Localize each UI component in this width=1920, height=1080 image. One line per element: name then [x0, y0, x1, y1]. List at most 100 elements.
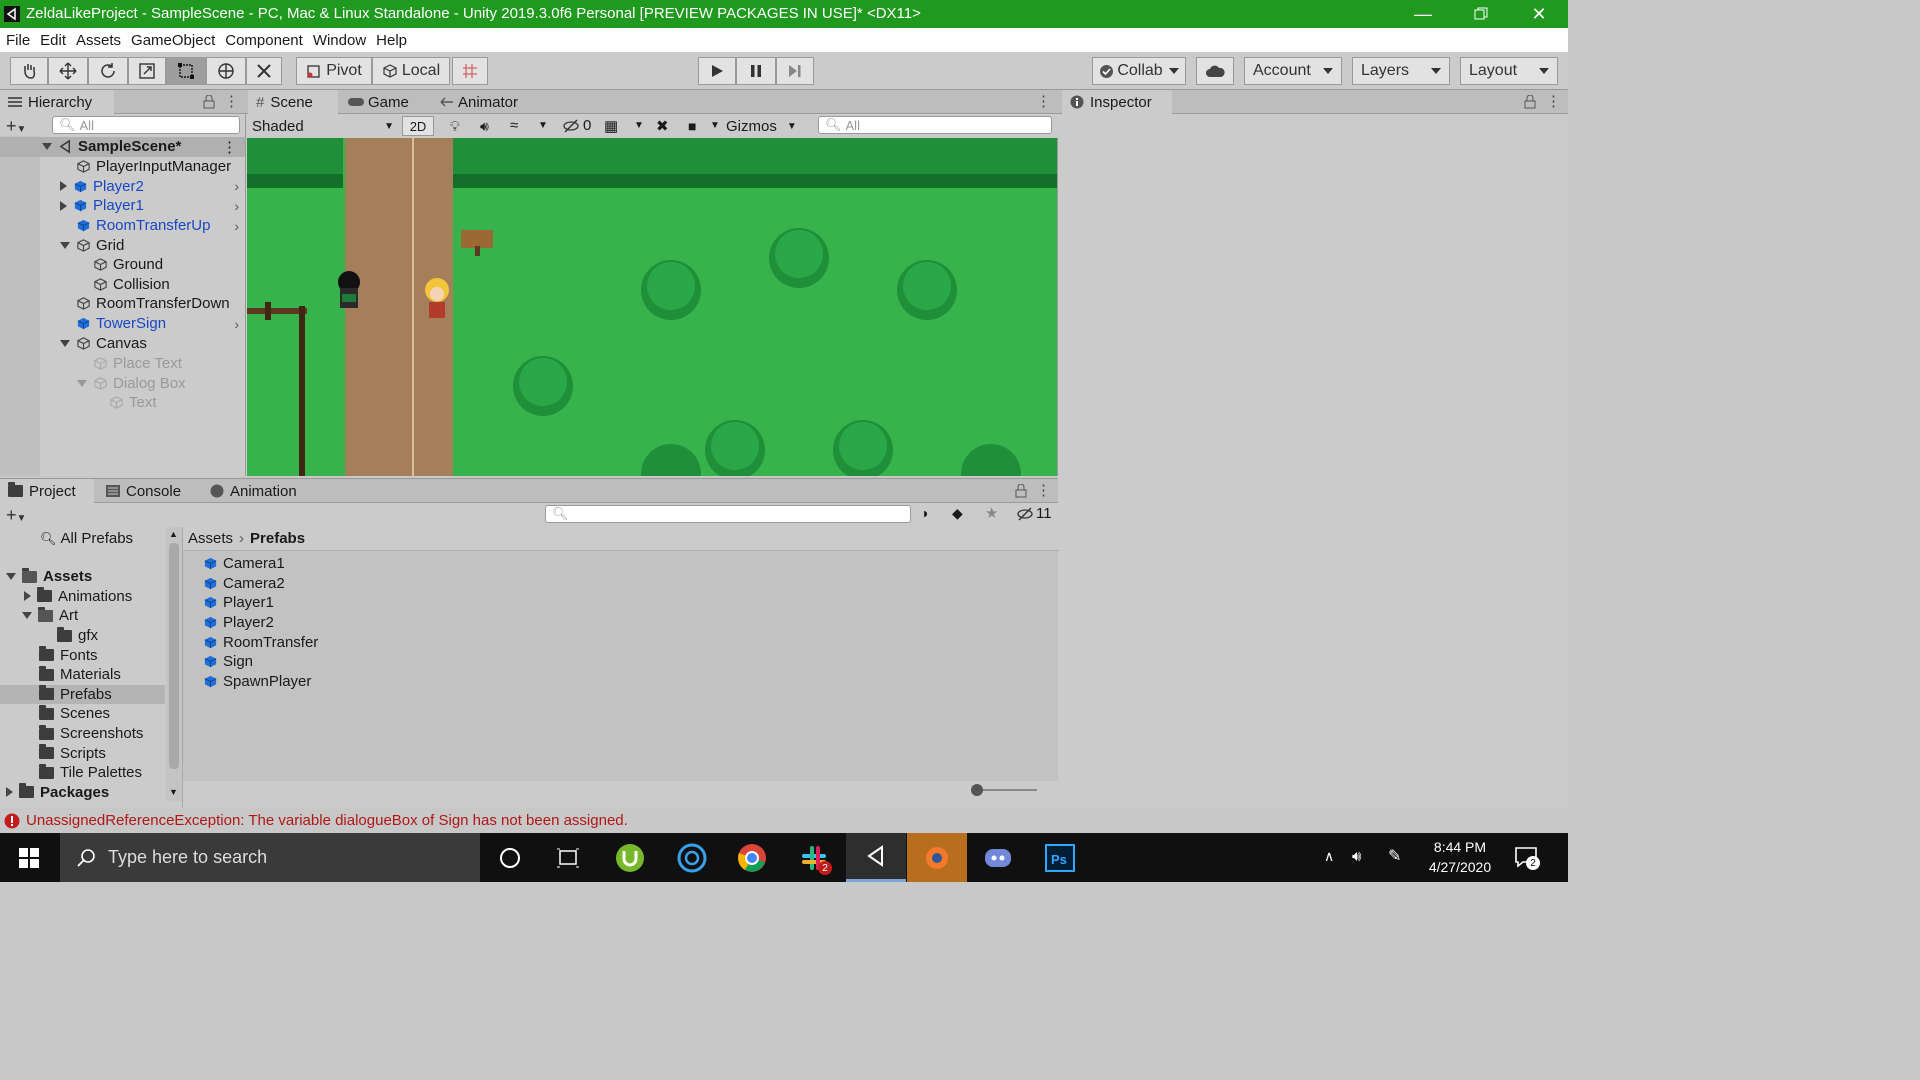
close-button[interactable]: ✕ [1510, 0, 1568, 28]
pause-button[interactable] [736, 57, 776, 85]
folder-materials[interactable]: Materials [0, 665, 165, 685]
expand-arrow-icon[interactable] [24, 591, 31, 602]
hierarchy-item[interactable]: Player2 › [0, 177, 245, 197]
expand-arrow-icon[interactable] [42, 143, 52, 151]
scrollbar-thumb[interactable] [169, 543, 179, 769]
layers-dropdown[interactable]: Layers [1352, 57, 1450, 85]
camera-dropdown-icon[interactable]: ▼ [710, 120, 720, 131]
breadcrumb-assets[interactable]: Assets [188, 530, 233, 547]
favorite-star-icon[interactable]: ★ [985, 504, 998, 522]
hierarchy-item[interactable]: Ground [0, 255, 245, 275]
grid-snap-button[interactable] [452, 57, 488, 85]
rect-tool-button[interactable] [166, 57, 206, 85]
hierarchy-item[interactable]: Canvas [0, 333, 245, 353]
camera-icon[interactable]: ■ [688, 118, 696, 134]
asset-item[interactable]: RoomTransfer [203, 632, 318, 652]
lightbulb-icon[interactable]: 💡︎ [450, 118, 460, 135]
asset-item[interactable]: Player2 [203, 613, 274, 633]
hand-tool-button[interactable] [10, 57, 48, 85]
folder-assets[interactable]: Assets [0, 567, 165, 587]
folder-tile-palettes[interactable]: Tile Palettes [0, 763, 165, 783]
expand-arrow-icon[interactable] [60, 241, 70, 249]
menu-gameobject[interactable]: GameObject [126, 32, 220, 49]
breadcrumb-prefabs[interactable]: Prefabs [250, 530, 305, 547]
create-asset-button[interactable]: +▼ [6, 505, 26, 526]
tab-animation[interactable]: Animation [202, 479, 318, 503]
kebab-menu-icon[interactable]: ⋮ [224, 92, 239, 110]
hierarchy-item[interactable]: PlayerInputManager [0, 157, 245, 177]
hierarchy-item[interactable]: Player1 › [0, 196, 245, 216]
scale-tool-button[interactable] [128, 57, 166, 85]
minimize-button[interactable]: — [1394, 0, 1452, 28]
play-button[interactable] [698, 57, 736, 85]
chevron-right-icon[interactable]: › [234, 218, 239, 234]
transform-tool-button[interactable] [206, 57, 246, 85]
hierarchy-item[interactable]: Place Text [0, 354, 245, 374]
gizmos-dropdown[interactable]: Gizmos ▼ [726, 116, 797, 136]
folder-screenshots[interactable]: Screenshots [0, 724, 165, 744]
asset-item[interactable]: Camera2 [203, 574, 285, 594]
kebab-menu-icon[interactable]: ⋮ [1036, 92, 1051, 110]
folder-animations[interactable]: Animations [0, 587, 165, 607]
add-object-button[interactable]: +▼ [6, 116, 26, 137]
tools-icon[interactable]: ✖ [656, 117, 669, 135]
hierarchy-item[interactable]: RoomTransferUp › [0, 216, 245, 236]
taskbar-search-box[interactable]: Type here to search [60, 833, 480, 882]
project-search-input[interactable]: 🔍︎ [545, 505, 911, 523]
expand-arrow-icon[interactable] [6, 787, 13, 798]
expand-arrow-icon[interactable] [77, 379, 87, 387]
hierarchy-search-input[interactable]: 🔍︎ All [52, 116, 240, 134]
effects-icon[interactable]: ≈ [510, 117, 518, 134]
task-view-button[interactable] [538, 833, 598, 882]
audio-icon[interactable]: 🔊︎ [480, 118, 489, 135]
scene-viewport[interactable] [247, 138, 1057, 476]
hierarchy-item[interactable]: Text [0, 393, 245, 413]
hierarchy-item[interactable]: TowerSign › [0, 314, 245, 334]
expand-arrow-icon[interactable] [22, 612, 32, 620]
scene-root-row[interactable]: SampleScene* ⋮ [0, 137, 245, 157]
expand-arrow-icon[interactable] [60, 339, 70, 347]
menu-edit[interactable]: Edit [35, 32, 71, 49]
uplay-app[interactable] [662, 833, 722, 882]
custom-tool-button[interactable] [246, 57, 282, 85]
scroll-down-icon[interactable]: ▼ [169, 787, 178, 797]
collab-dropdown[interactable]: Collab [1092, 57, 1186, 85]
tab-hierarchy[interactable]: Hierarchy [0, 90, 114, 114]
hierarchy-item[interactable]: Dialog Box [0, 374, 245, 394]
pivot-toggle[interactable]: Pivot [296, 57, 372, 85]
size-slider-track[interactable] [977, 789, 1037, 791]
tab-project[interactable]: Project [0, 479, 94, 503]
chevron-right-icon[interactable]: › [234, 178, 239, 194]
status-bar[interactable]: UnassignedReferenceException: The variab… [0, 808, 1568, 833]
taskbar-clock[interactable]: 8:44 PM 4/27/2020 [1416, 837, 1504, 877]
tab-scene[interactable]: # Scene [248, 90, 338, 114]
unity-app[interactable] [846, 833, 906, 882]
restore-button[interactable] [1452, 0, 1510, 28]
menu-assets[interactable]: Assets [71, 32, 126, 49]
cloud-button[interactable] [1196, 57, 1234, 85]
tab-animator[interactable]: Animator [432, 90, 532, 114]
folder-art[interactable]: Art [0, 606, 165, 626]
asset-item[interactable]: Player1 [203, 593, 274, 613]
effects-dropdown-icon[interactable]: ▼ [538, 120, 548, 131]
grid-dropdown-icon[interactable]: ▼ [634, 120, 644, 131]
layout-dropdown[interactable]: Layout [1460, 57, 1558, 85]
show-hidden-icons-chevron[interactable]: ∧ [1324, 848, 1334, 865]
hierarchy-item[interactable]: Grid [0, 235, 245, 255]
discord-app[interactable] [968, 833, 1028, 882]
blender-app[interactable] [907, 833, 967, 882]
slack-app[interactable]: 2 [784, 833, 844, 882]
start-button[interactable] [0, 833, 58, 882]
chevron-right-icon[interactable]: › [234, 316, 239, 332]
folder-prefabs[interactable]: Prefabs [0, 684, 165, 705]
rotate-tool-button[interactable] [88, 57, 128, 85]
grid-icon[interactable]: ▦ [604, 117, 618, 135]
volume-icon[interactable]: 🔊︎ [1352, 848, 1361, 865]
lock-icon[interactable] [1015, 484, 1027, 498]
menu-file[interactable]: File [0, 32, 35, 49]
filter-by-type-icon[interactable]: ◑ [920, 505, 928, 521]
photoshop-app[interactable]: Ps [1030, 833, 1090, 882]
menu-component[interactable]: Component [220, 32, 308, 49]
tab-console[interactable]: Console [98, 479, 194, 503]
scroll-up-icon[interactable]: ▲ [169, 529, 178, 539]
